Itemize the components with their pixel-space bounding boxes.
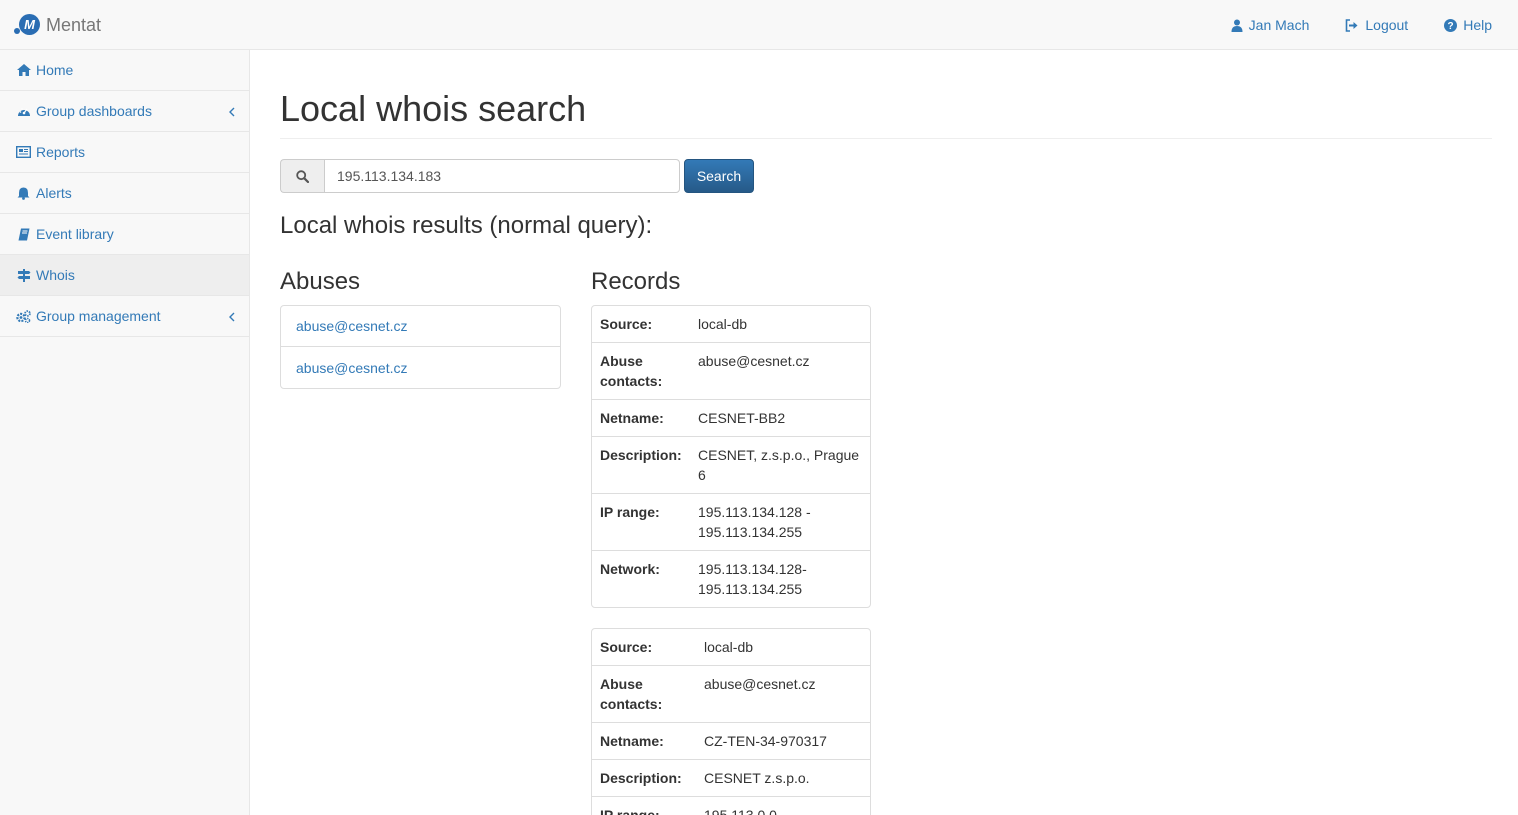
record-table: Source: local-db Abuse contacts: abuse@ces… [591, 305, 871, 608]
table-row: Abuse contacts: abuse@cesnet.cz [592, 342, 870, 399]
table-row: Netname: CZ-TEN-34-970317 [592, 722, 870, 759]
user-name: Jan Mach [1248, 17, 1310, 33]
abuse-link[interactable]: abuse@cesnet.cz [281, 347, 560, 388]
sidebar-item-whois[interactable]: Whois [0, 255, 249, 296]
record-value: CESNET-BB2 [690, 399, 870, 436]
record-value: abuse@cesnet.cz [696, 665, 870, 722]
table-row: Source: local-db [592, 306, 870, 342]
chevron-left-icon [229, 309, 235, 325]
record-value: 195.113.0.0 [696, 796, 870, 815]
sidebar-item-label: Reports [36, 144, 86, 160]
record-key: Network: [592, 550, 690, 607]
home-icon [16, 63, 31, 77]
sidebar-item-reports[interactable]: Reports [0, 132, 249, 173]
abuses-heading: Abuses [280, 268, 361, 295]
title-divider [280, 138, 1492, 139]
record-key: IP range: [592, 493, 690, 550]
brand[interactable]: M Mentat [14, 12, 101, 38]
record-key: Netname: [592, 399, 690, 436]
table-row: Abuse contacts: abuse@cesnet.cz [592, 665, 870, 722]
logout-link[interactable]: Logout [1345, 17, 1408, 33]
sidebar-item-label: Group management [36, 308, 161, 324]
page-title: Local whois search [280, 88, 587, 129]
record-key: Netname: [592, 722, 696, 759]
sidebar-item-group-dashboards[interactable]: Group dashboards [0, 91, 249, 132]
table-row: Source: local-db [592, 629, 870, 665]
sidebar-item-label: Group dashboards [36, 103, 152, 119]
sidebar-item-label: Home [36, 62, 74, 78]
main-content: Local whois search Search Local whois re… [250, 50, 1518, 815]
sidebar-item-label: Event library [36, 226, 114, 242]
record-key: Description: [592, 759, 696, 796]
record-value: CESNET, z.s.p.o., Prague 6 [690, 436, 870, 493]
record-key: IP range: [592, 796, 696, 815]
question-circle-icon: ? [1444, 18, 1458, 32]
record-key: Abuse contacts: [592, 342, 690, 399]
search-addon [280, 159, 324, 193]
results-title: Local whois results (normal query): [280, 212, 653, 239]
abuse-list: abuse@cesnet.cz abuse@cesnet.cz [280, 305, 561, 389]
record-value: 195.113.134.128 - 195.113.134.255 [690, 493, 870, 550]
record-value: 195.113.134.128-195.113.134.255 [690, 550, 870, 607]
search-input[interactable] [324, 159, 680, 193]
chevron-left-icon [229, 104, 235, 120]
logout-label: Logout [1365, 17, 1409, 33]
svg-text:?: ? [1448, 21, 1454, 32]
record-value: abuse@cesnet.cz [690, 342, 870, 399]
record-value: CESNET z.s.p.o. [696, 759, 870, 796]
table-row: Description: CESNET, z.s.p.o., Prague 6 [592, 436, 870, 493]
record-key: Abuse contacts: [592, 665, 696, 722]
sidebar-item-home[interactable]: Home [0, 50, 249, 91]
record-table: Source: local-db Abuse contacts: abuse@ces… [591, 628, 871, 815]
sidebar-item-event-library[interactable]: Event library [0, 214, 249, 255]
record-key: Source: [600, 316, 653, 332]
records-heading: Records [591, 268, 681, 295]
user-icon [1231, 19, 1243, 32]
logout-icon [1346, 18, 1358, 32]
record-value: CZ-TEN-34-970317 [696, 722, 870, 759]
brand-name: Mentat [46, 14, 102, 35]
table-row: IP range: 195.113.0.0 [592, 796, 870, 815]
sidebar-item-group-management[interactable]: Group management [0, 296, 249, 337]
signpost-icon [16, 268, 31, 282]
table-row: Description: CESNET z.s.p.o. [592, 759, 870, 796]
table-row: IP range: 195.113.134.128 - 195.113.134.2… [592, 493, 870, 550]
help-link[interactable]: ? Help [1444, 17, 1492, 33]
record-key: Description: [592, 436, 690, 493]
bell-icon [16, 186, 31, 200]
search-icon [296, 169, 309, 183]
search-button[interactable]: Search [684, 159, 754, 193]
sidebar-item-label: Alerts [36, 185, 72, 201]
newspaper-icon [16, 145, 31, 159]
record-key: Source: [600, 639, 653, 655]
table-row: Netname: CESNET-BB2 [592, 399, 870, 436]
user-menu-link[interactable]: Jan Mach [1231, 17, 1310, 33]
book-icon [16, 227, 31, 241]
record-value: local-db [698, 316, 748, 332]
sidebar-item-alerts[interactable]: Alerts [0, 173, 249, 214]
sidebar-item-label: Whois [36, 267, 75, 283]
mentat-logo-icon: M [14, 12, 40, 38]
abuse-link[interactable]: abuse@cesnet.cz [281, 306, 560, 347]
top-navbar: M Mentat Jan Mach Logout ? Help [0, 0, 1518, 50]
help-label: Help [1463, 17, 1492, 33]
record-value: local-db [704, 639, 754, 655]
dashboard-icon [16, 104, 31, 118]
nav-right: Jan Mach Logout ? Help [1195, 0, 1492, 50]
search-form: Search [280, 159, 754, 193]
cogs-icon [16, 309, 31, 323]
table-row: Network: 195.113.134.128-195.113.134.255 [592, 550, 870, 607]
sidebar: Home Group dashboards Reports Alerts Eve… [0, 50, 250, 815]
